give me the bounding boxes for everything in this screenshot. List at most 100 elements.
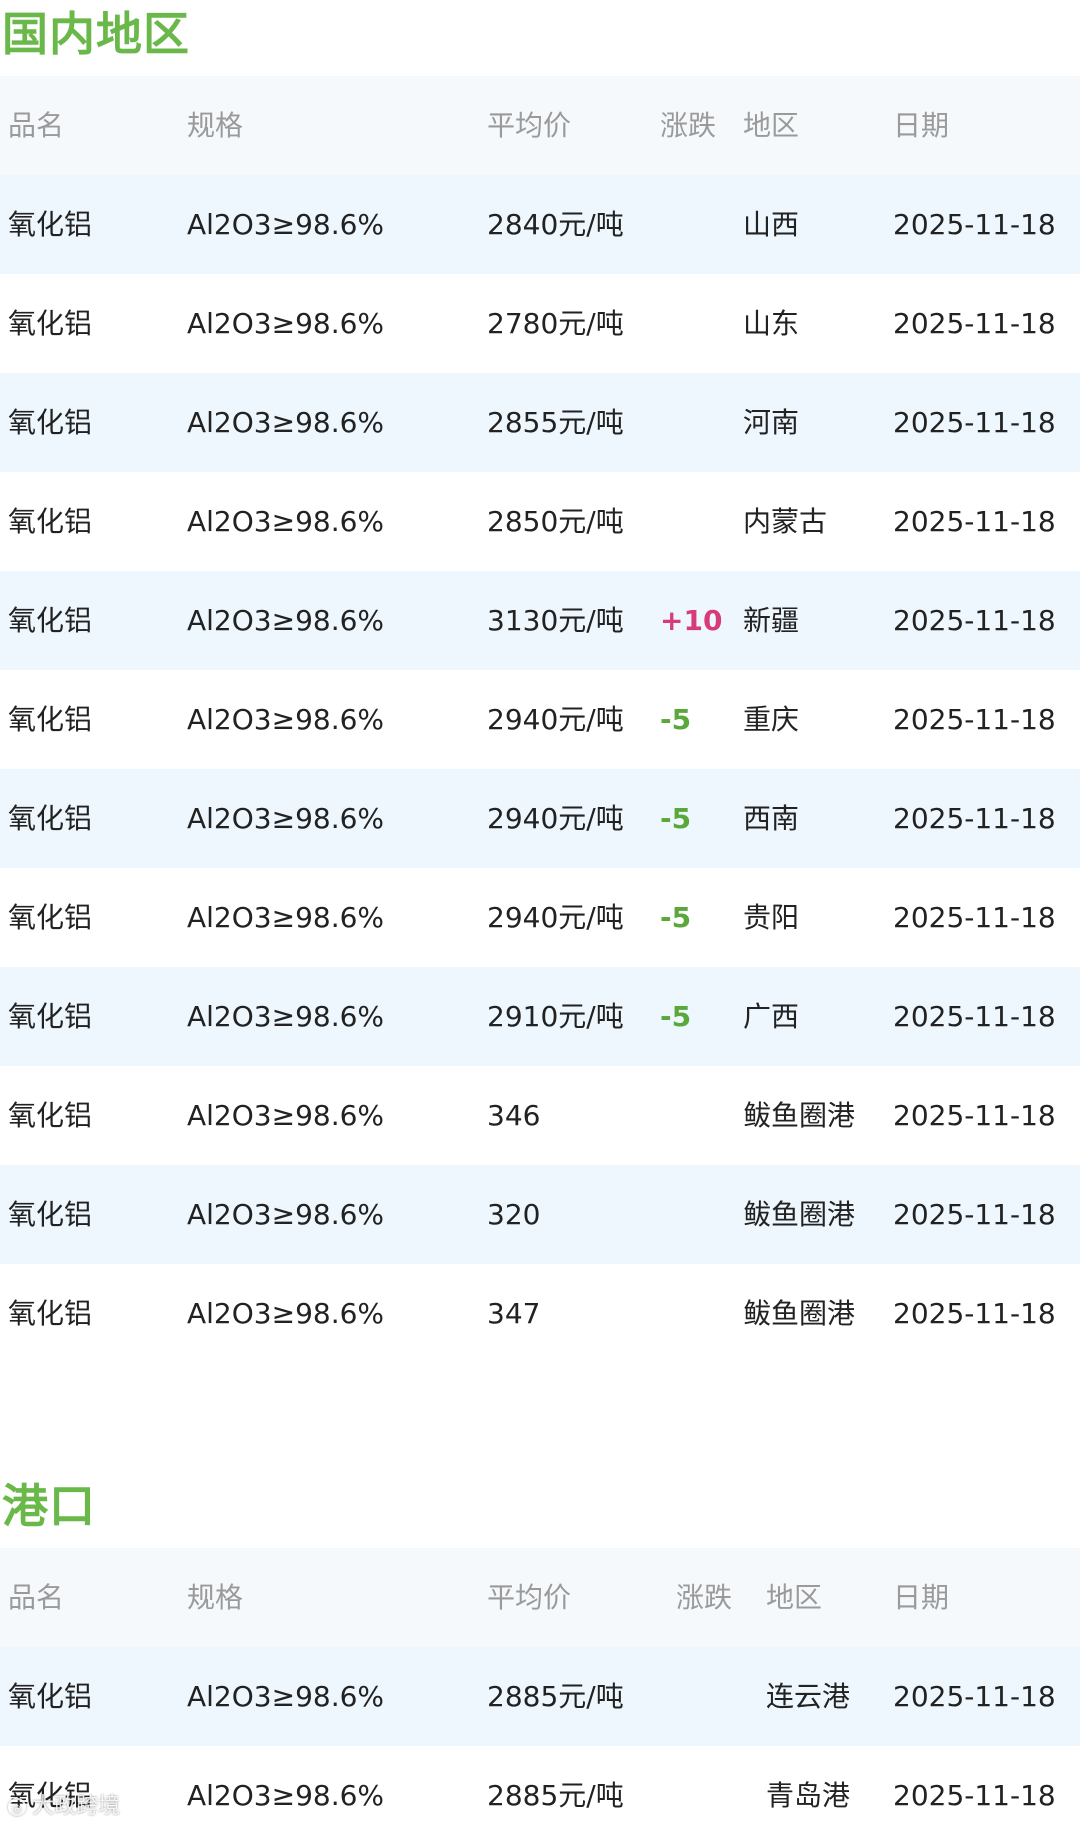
header-price: 平均价 (487, 109, 572, 142)
cell-region: 贵阳 (743, 901, 800, 934)
cell-spec: Al2O3≥98.6% (187, 1779, 385, 1812)
cell-spec: Al2O3≥98.6% (187, 307, 385, 340)
table-row: 氧化铝 Al2O3≥98.6% 346 鲅鱼圈港 2025-11-18 (0, 1066, 1080, 1165)
cell-name: 氧化铝 (8, 406, 93, 439)
cell-spec: Al2O3≥98.6% (187, 802, 385, 835)
cell-spec: Al2O3≥98.6% (187, 208, 385, 241)
domestic-section: 国内地区 品名 规格 平均价 涨跌 地区 日期 氧化铝 Al2O3≥98.6% 28… (0, 0, 1080, 1363)
port-price-table: 品名 规格 平均价 涨跌 地区 日期 氧化铝 Al2O3≥98.6% 2885元/吨… (0, 1548, 1080, 1845)
cell-spec: Al2O3≥98.6% (187, 1680, 385, 1713)
cell-region: 内蒙古 (743, 505, 828, 538)
table-row: 氧化铝 Al2O3≥98.6% 2885元/吨 连云港 2025-11-18 (0, 1647, 1080, 1746)
cell-name: 氧化铝 (8, 604, 93, 637)
table-row: 氧化铝 Al2O3≥98.6% 320 鲅鱼圈港 2025-11-18 (0, 1165, 1080, 1264)
header-name: 品名 (8, 1581, 65, 1614)
port-section: 港口 品名 规格 平均价 涨跌 地区 日期 氧化铝 Al2O3≥98.6% 2885… (0, 1468, 1080, 1845)
cell-spec: Al2O3≥98.6% (187, 703, 385, 736)
table-row: 氧化铝 Al2O3≥98.6% 2840元/吨 山西 2025-11-18 (0, 175, 1080, 274)
cell-date: 2025-11-18 (893, 1099, 1056, 1132)
cell-region: 鲅鱼圈港 (743, 1099, 856, 1132)
cell-price: 346 (487, 1099, 541, 1132)
cell-date: 2025-11-18 (893, 604, 1056, 637)
watermark: ◎ 大政跨境 (8, 1793, 120, 1821)
cell-date: 2025-11-18 (893, 901, 1056, 934)
cell-date: 2025-11-18 (893, 406, 1056, 439)
header-date: 日期 (893, 109, 950, 142)
cell-region: 鲅鱼圈港 (743, 1198, 856, 1231)
weibo-icon: ◎ (8, 1798, 26, 1816)
header-spec: 规格 (187, 109, 244, 142)
cell-change: -5 (660, 901, 692, 934)
cell-region: 重庆 (743, 703, 800, 736)
header-date: 日期 (893, 1581, 950, 1614)
table-row: 氧化铝 Al2O3≥98.6% 2885元/吨 青岛港 2025-11-18 (0, 1746, 1080, 1845)
domestic-price-table: 品名 规格 平均价 涨跌 地区 日期 氧化铝 Al2O3≥98.6% 2840元/吨… (0, 76, 1080, 1363)
cell-spec: Al2O3≥98.6% (187, 505, 385, 538)
table-row: 氧化铝 Al2O3≥98.6% 2855元/吨 河南 2025-11-18 (0, 373, 1080, 472)
cell-region: 山东 (743, 307, 800, 340)
cell-name: 氧化铝 (8, 208, 93, 241)
watermark-text: 大政跨境 (32, 1794, 121, 1819)
cell-price: 2940元/吨 (487, 802, 624, 835)
cell-region: 青岛港 (766, 1779, 851, 1812)
header-spec: 规格 (187, 1581, 244, 1614)
cell-price: 2850元/吨 (487, 505, 624, 538)
cell-date: 2025-11-18 (893, 1680, 1056, 1713)
cell-price: 2840元/吨 (487, 208, 624, 241)
cell-spec: Al2O3≥98.6% (187, 1099, 385, 1132)
cell-region: 鲅鱼圈港 (743, 1297, 856, 1330)
cell-price: 2940元/吨 (487, 703, 624, 736)
cell-spec: Al2O3≥98.6% (187, 1198, 385, 1231)
cell-price: 2885元/吨 (487, 1779, 624, 1812)
domestic-rows: 氧化铝 Al2O3≥98.6% 2840元/吨 山西 2025-11-18 氧化铝 Al2O… (0, 175, 1080, 1363)
cell-date: 2025-11-18 (893, 1297, 1056, 1330)
cell-region: 连云港 (766, 1680, 851, 1713)
header-change: 涨跌 (676, 1581, 733, 1614)
cell-date: 2025-11-18 (893, 505, 1056, 538)
port-section-title: 港口 (2, 1479, 96, 1533)
cell-change: -5 (660, 802, 692, 835)
table-row: 氧化铝 Al2O3≥98.6% 2780元/吨 山东 2025-11-18 (0, 274, 1080, 373)
cell-date: 2025-11-18 (893, 1198, 1056, 1231)
cell-name: 氧化铝 (8, 703, 93, 736)
cell-spec: Al2O3≥98.6% (187, 406, 385, 439)
cell-name: 氧化铝 (8, 901, 93, 934)
cell-price: 347 (487, 1297, 541, 1330)
cell-change: -5 (660, 1000, 692, 1033)
cell-region: 河南 (743, 406, 800, 439)
cell-date: 2025-11-18 (893, 208, 1056, 241)
cell-spec: Al2O3≥98.6% (187, 901, 385, 934)
cell-region: 西南 (743, 802, 800, 835)
cell-spec: Al2O3≥98.6% (187, 1297, 385, 1330)
table-row: 氧化铝 Al2O3≥98.6% 347 鲅鱼圈港 2025-11-18 (0, 1264, 1080, 1363)
header-name: 品名 (8, 109, 65, 142)
domestic-section-title: 国内地区 (2, 7, 190, 61)
cell-price: 320 (487, 1198, 541, 1231)
table-row: 氧化铝 Al2O3≥98.6% 3130元/吨 +10 新疆 2025-11-18 (0, 571, 1080, 670)
cell-name: 氧化铝 (8, 307, 93, 340)
header-region: 地区 (743, 109, 800, 142)
cell-region: 新疆 (743, 604, 800, 637)
cell-change: -5 (660, 703, 692, 736)
cell-region: 山西 (743, 208, 800, 241)
header-region: 地区 (766, 1581, 823, 1614)
cell-date: 2025-11-18 (893, 703, 1056, 736)
cell-price: 2910元/吨 (487, 1000, 624, 1033)
header-change: 涨跌 (660, 109, 717, 142)
table-row: 氧化铝 Al2O3≥98.6% 2940元/吨 -5 西南 2025-11-18 (0, 769, 1080, 868)
cell-change: +10 (660, 604, 723, 637)
cell-region: 广西 (743, 1000, 800, 1033)
cell-name: 氧化铝 (8, 1680, 93, 1713)
cell-name: 氧化铝 (8, 1000, 93, 1033)
table-row: 氧化铝 Al2O3≥98.6% 2850元/吨 内蒙古 2025-11-18 (0, 472, 1080, 571)
cell-price: 2885元/吨 (487, 1680, 624, 1713)
cell-date: 2025-11-18 (893, 1779, 1056, 1812)
table-row: 氧化铝 Al2O3≥98.6% 2940元/吨 -5 重庆 2025-11-18 (0, 670, 1080, 769)
cell-price: 2780元/吨 (487, 307, 624, 340)
cell-price: 2855元/吨 (487, 406, 624, 439)
cell-date: 2025-11-18 (893, 802, 1056, 835)
header-price: 平均价 (487, 1581, 572, 1614)
cell-price: 2940元/吨 (487, 901, 624, 934)
cell-name: 氧化铝 (8, 505, 93, 538)
cell-spec: Al2O3≥98.6% (187, 1000, 385, 1033)
